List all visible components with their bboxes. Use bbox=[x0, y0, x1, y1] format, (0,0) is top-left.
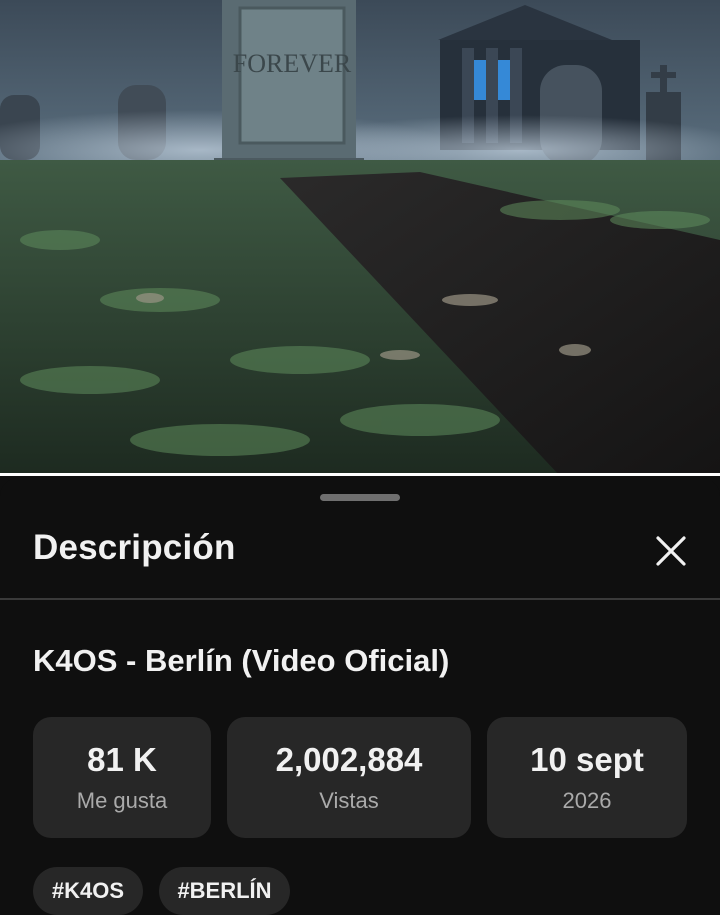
progress-bar[interactable] bbox=[0, 473, 720, 476]
publish-year: 2026 bbox=[562, 787, 612, 813]
publish-date: 10 sept bbox=[530, 741, 644, 779]
views-card: 2,002,884 Vistas bbox=[227, 717, 471, 838]
hashtag-chip-k4os[interactable]: #K4OS bbox=[33, 867, 143, 915]
likes-label: Me gusta bbox=[76, 787, 168, 813]
video-frame: FOREVER bbox=[0, 0, 720, 476]
views-count: 2,002,884 bbox=[275, 741, 423, 779]
divider bbox=[0, 598, 720, 600]
tombstone-text: FOREVER bbox=[233, 49, 352, 78]
tombstone: FOREVER bbox=[214, 0, 364, 172]
likes-count: 81 K bbox=[87, 741, 157, 779]
drag-handle[interactable] bbox=[320, 494, 400, 501]
video-player[interactable]: FOREVER bbox=[0, 0, 720, 476]
hashtag-chip-berlin[interactable]: #BERLÍN bbox=[159, 867, 290, 915]
date-card: 10 sept 2026 bbox=[487, 717, 687, 838]
description-sheet: Descripción K4OS - Berlín (Video Oficial… bbox=[0, 478, 720, 915]
likes-card: 81 K Me gusta bbox=[33, 717, 211, 838]
close-button[interactable] bbox=[648, 528, 694, 574]
progress-fill bbox=[0, 473, 720, 476]
video-title: K4OS - Berlín (Video Oficial) bbox=[33, 643, 450, 678]
sheet-title: Descripción bbox=[33, 528, 236, 567]
views-label: Vistas bbox=[319, 787, 379, 813]
close-icon bbox=[656, 536, 686, 566]
